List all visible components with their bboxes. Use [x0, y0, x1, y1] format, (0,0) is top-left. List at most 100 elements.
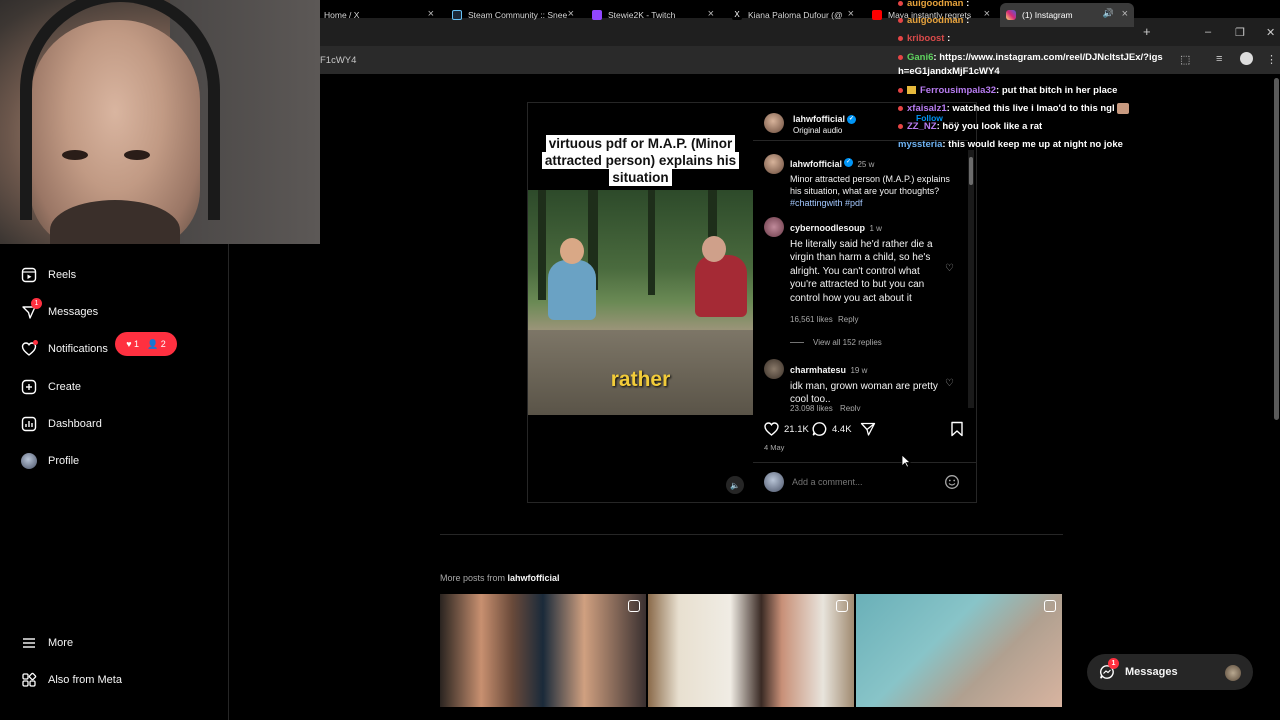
video-subtitle-word: rather	[610, 368, 671, 391]
instagram-icon	[1006, 10, 1016, 20]
sidebar-item-label: Also from Meta	[48, 674, 122, 686]
close-icon[interactable]: ×	[984, 8, 990, 20]
sidebar-item-reels[interactable]: Reels	[20, 266, 76, 284]
sidebar-item-label: Profile	[48, 455, 80, 467]
commenter-avatar[interactable]	[764, 359, 784, 379]
page-scrollbar[interactable]	[1274, 78, 1279, 420]
youtube-icon	[872, 10, 882, 20]
heart-icon	[20, 340, 38, 358]
tab-steam[interactable]: Steam Community :: Snee ×	[446, 3, 580, 27]
post-thumbnail[interactable]	[856, 594, 1062, 707]
sidebar-item-messages[interactable]: 1 Messages	[20, 298, 98, 321]
comments-scroll-thumb[interactable]	[969, 157, 973, 185]
audio-label[interactable]: Original audio	[793, 126, 842, 135]
chat-message: Ferrousimpala32: put that bitch in her p…	[898, 85, 1117, 96]
like-count: 21.1K	[784, 423, 809, 435]
restore-icon[interactable]: ❐	[1235, 26, 1245, 39]
messages-badge: 1	[1108, 658, 1119, 669]
reels-icon	[836, 600, 848, 612]
comment-time: 1 w	[869, 224, 882, 233]
close-icon[interactable]: ×	[428, 8, 434, 20]
close-window-icon[interactable]: ✕	[1266, 26, 1275, 39]
likes-count: ♥ 1	[126, 339, 140, 349]
notifications-pill[interactable]: ♥ 1 👤 2	[115, 332, 177, 356]
plus-square-icon	[20, 378, 38, 396]
sidebar-item-more[interactable]: More	[20, 634, 73, 652]
chat-message: Gani6: https://www.instagram.com/reel/DJ…	[898, 52, 1163, 77]
caption-user[interactable]: lahwfofficial	[790, 159, 842, 169]
author-avatar[interactable]	[764, 113, 784, 133]
speaker-icon[interactable]: 🔈	[726, 476, 744, 494]
caption-avatar[interactable]	[764, 154, 784, 174]
new-tab-button[interactable]: +	[1143, 24, 1151, 39]
sidebar-item-label: More	[48, 637, 74, 649]
post-thumbnail[interactable]	[648, 594, 854, 707]
save-button[interactable]	[950, 421, 968, 437]
extensions-icon[interactable]: ⬚	[1180, 53, 1190, 66]
replies-line	[790, 342, 804, 343]
tab-home-x[interactable]: Home / X ×	[318, 3, 440, 27]
like-button[interactable]: 21.1K	[763, 421, 809, 437]
tab-x[interactable]: X Kiana Paloma Dufour (@ ×	[726, 3, 860, 27]
meta-icon	[20, 671, 38, 689]
post-thumbnail[interactable]	[440, 594, 646, 707]
share-button[interactable]	[860, 421, 880, 437]
comment-divider	[753, 462, 976, 463]
tab-label: Kiana Paloma Dufour (@	[748, 10, 843, 20]
view-replies-button[interactable]: View all 152 replies	[813, 338, 882, 347]
speaker-icon[interactable]: 🔊	[1103, 8, 1114, 19]
comment-user[interactable]: cybernoodlesoup	[790, 223, 865, 233]
sidebar-item-dashboard[interactable]: Dashboard	[20, 415, 102, 433]
comment-likes[interactable]: 16,561 likes	[790, 315, 833, 324]
tab-instagram[interactable]: (1) Instagram 🔊 ×	[1000, 3, 1134, 27]
comment: cybernoodlesoup 1 w He literally said he…	[790, 218, 940, 305]
video-person-left-head	[560, 238, 584, 264]
verified-badge-icon: ✓	[847, 115, 857, 125]
kebab-menu-icon[interactable]: ⋮	[1266, 53, 1277, 66]
section-divider	[440, 534, 1063, 535]
tab-twitch[interactable]: Stewie2K - Twitch ×	[586, 3, 720, 27]
comment-user[interactable]: charmhatesu	[790, 365, 846, 375]
bookmark-icon	[950, 421, 964, 437]
verified-badge-icon: ✓	[844, 158, 854, 168]
close-icon[interactable]: ×	[708, 8, 714, 20]
messages-badge: 1	[31, 298, 42, 309]
sidebar-item-create[interactable]: Create	[20, 378, 81, 396]
commenter-avatar[interactable]	[764, 217, 784, 237]
reading-list-icon[interactable]: ≡	[1216, 53, 1222, 65]
post-author[interactable]: lahwfofficial ✓	[793, 114, 857, 125]
messages-float-button[interactable]: 1 Messages	[1087, 654, 1253, 690]
emoji-icon[interactable]	[944, 474, 960, 495]
chat-message: xfaisalz1: watched this live i lmao'd to…	[898, 103, 1130, 114]
close-icon[interactable]: ×	[568, 8, 574, 20]
sidebar-item-profile[interactable]: Profile	[20, 452, 79, 470]
avatar	[20, 452, 38, 470]
reels-icon	[628, 600, 640, 612]
caption-hashtags[interactable]: #chattingwith #pdf	[790, 197, 960, 209]
comment-input[interactable]	[792, 474, 932, 490]
profile-avatar-icon[interactable]	[1240, 52, 1253, 65]
video-person-left	[548, 260, 596, 320]
comment-reply-button[interactable]: Reply	[838, 315, 858, 324]
close-icon[interactable]: ×	[848, 8, 854, 20]
more-posts-user[interactable]: lahwfofficial	[508, 573, 560, 583]
sidebar-item-label: Create	[48, 381, 82, 393]
chat-message: kriboost :	[898, 33, 950, 44]
comment-text: idk man, grown woman are pretty cool too…	[790, 381, 938, 406]
close-icon[interactable]: ×	[1122, 8, 1128, 20]
sidebar-item-notifications[interactable]: Notifications	[20, 340, 108, 358]
x-icon: X	[732, 10, 742, 20]
sidebar-item-also-from-meta[interactable]: Also from Meta	[20, 671, 122, 689]
comments-scrollbar[interactable]	[968, 150, 974, 408]
url-text: F1cWY4	[320, 55, 357, 66]
sidebar-item-label: Reels	[48, 269, 77, 281]
comment: charmhatesu 19 w idk man, grown woman ar…	[790, 360, 940, 407]
comment-like-heart-icon[interactable]: ♡	[945, 378, 954, 389]
minimize-icon[interactable]: –	[1205, 26, 1211, 38]
comment-button[interactable]: 4.4K	[811, 421, 852, 437]
video-caption-text: virtuous pdf or M.A.P. (Minor attracted …	[538, 135, 743, 186]
video-person-right-head	[702, 236, 726, 262]
comment-text: He literally said he'd rather die a virg…	[790, 239, 933, 304]
comment-like-heart-icon[interactable]: ♡	[945, 263, 954, 274]
messenger-icon: 1	[1099, 658, 1119, 680]
